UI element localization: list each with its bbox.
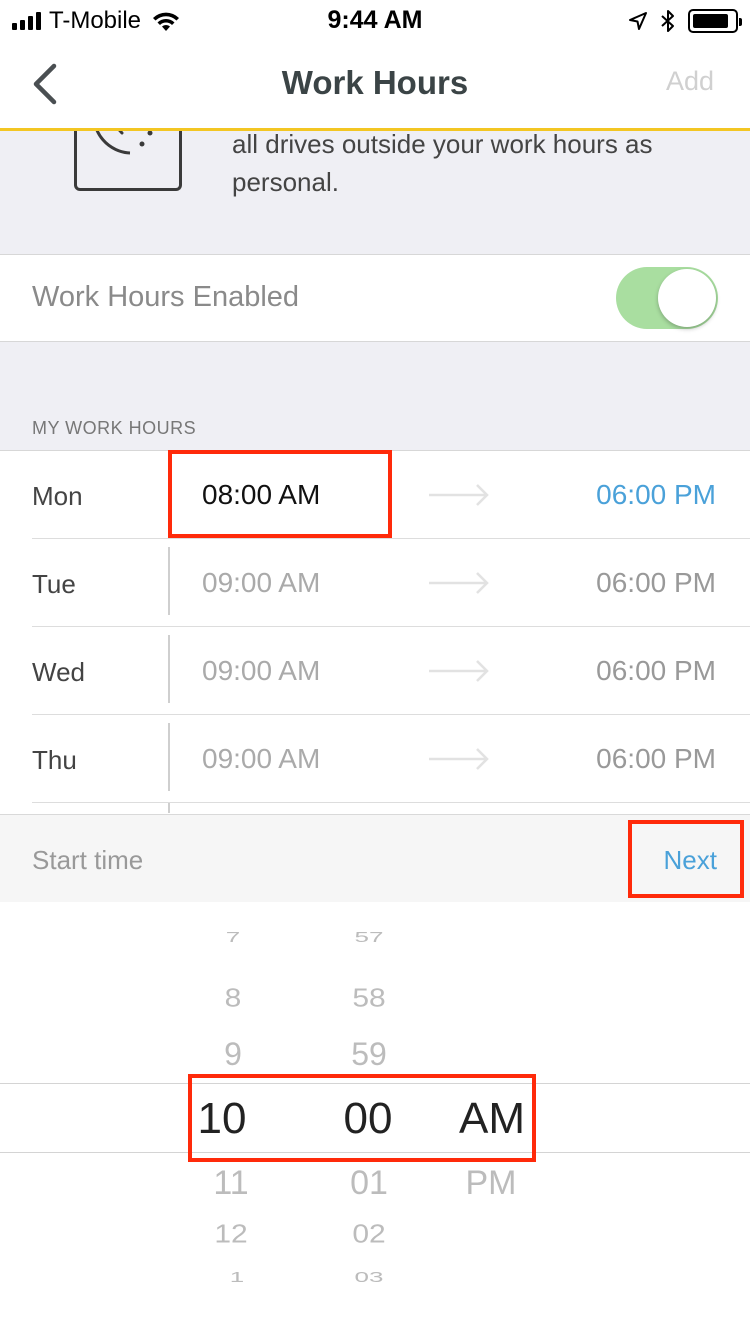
bluetooth-icon bbox=[661, 10, 674, 32]
end-time[interactable]: 06:00 PM bbox=[596, 743, 716, 775]
column-divider bbox=[168, 723, 170, 791]
picker-minute-option[interactable]: 57 bbox=[324, 929, 414, 946]
toggle-label: Work Hours Enabled bbox=[32, 281, 300, 313]
hour-row-thu[interactable]: Thu 09:00 AM 06:00 PM bbox=[0, 715, 750, 803]
picker-period-option[interactable]: PM bbox=[446, 1164, 536, 1203]
picker-hour-option[interactable]: 1 bbox=[192, 1269, 282, 1286]
battery-icon bbox=[688, 9, 742, 33]
picker-title: Start time bbox=[32, 845, 144, 875]
hour-row-tue[interactable]: Tue 09:00 AM 06:00 PM bbox=[0, 539, 750, 627]
end-time[interactable]: 06:00 PM bbox=[596, 655, 716, 687]
intro-section: all drives outside your work hours as pe… bbox=[0, 131, 750, 254]
arrow-right-icon bbox=[429, 748, 489, 770]
picker-hour-option[interactable]: 7 bbox=[188, 929, 278, 946]
picker-hour-option[interactable]: 8 bbox=[188, 985, 278, 1014]
clock-icon bbox=[74, 131, 182, 191]
add-button[interactable]: Add bbox=[666, 66, 714, 97]
row-divider bbox=[32, 802, 750, 803]
day-label: Thu bbox=[32, 745, 77, 775]
picker-hour-option[interactable]: 12 bbox=[186, 1221, 276, 1250]
arrow-right-icon bbox=[429, 572, 489, 594]
column-divider bbox=[168, 803, 170, 813]
toggle-knob bbox=[658, 269, 716, 327]
arrow-right-icon bbox=[429, 484, 489, 506]
start-time[interactable]: 09:00 AM bbox=[202, 743, 320, 775]
picker-minute-option[interactable]: 59 bbox=[324, 1036, 414, 1073]
intro-description: all drives outside your work hours as pe… bbox=[232, 131, 653, 197]
section-header: MY WORK HOURS bbox=[32, 418, 197, 438]
page-title: Work Hours bbox=[281, 64, 469, 101]
arrow-right-icon bbox=[429, 660, 489, 682]
picker-minute-option[interactable]: 58 bbox=[324, 985, 414, 1014]
work-hours-toggle[interactable] bbox=[616, 267, 718, 329]
day-label: Wed bbox=[32, 657, 85, 687]
navigation-bar: Work Hours Add bbox=[0, 40, 750, 128]
highlight-picker-selection bbox=[188, 1074, 536, 1162]
start-time[interactable]: 09:00 AM bbox=[202, 655, 320, 687]
status-right bbox=[628, 8, 742, 34]
section-gap: MY WORK HOURS bbox=[0, 342, 750, 450]
picker-minute-option[interactable]: 02 bbox=[324, 1221, 414, 1250]
column-divider bbox=[168, 547, 170, 615]
status-bar: T-Mobile 9:44 AM bbox=[0, 0, 750, 40]
day-label: Mon bbox=[32, 481, 83, 511]
picker-minute-option[interactable]: 01 bbox=[324, 1164, 414, 1203]
highlight-start-time bbox=[168, 450, 392, 538]
picker-minute-option[interactable]: 03 bbox=[324, 1269, 414, 1286]
start-time[interactable]: 09:00 AM bbox=[202, 567, 320, 599]
column-divider bbox=[168, 635, 170, 703]
highlight-next-button bbox=[628, 820, 744, 898]
end-time[interactable]: 06:00 PM bbox=[596, 567, 716, 599]
location-arrow-icon bbox=[629, 12, 647, 30]
end-time[interactable]: 06:00 PM bbox=[596, 479, 716, 511]
picker-hour-option[interactable]: 11 bbox=[186, 1164, 276, 1203]
hour-row-wed[interactable]: Wed 09:00 AM 06:00 PM bbox=[0, 627, 750, 715]
picker-hour-option[interactable]: 9 bbox=[188, 1036, 278, 1073]
day-label: Tue bbox=[32, 569, 76, 599]
work-hours-toggle-row: Work Hours Enabled bbox=[0, 255, 750, 341]
